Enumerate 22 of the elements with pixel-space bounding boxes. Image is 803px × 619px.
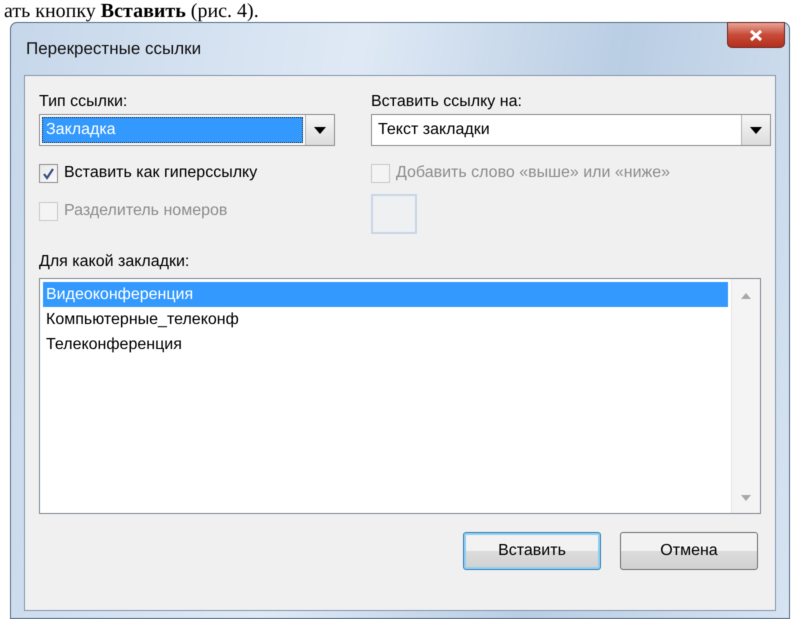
input-field[interactable] [371, 194, 417, 234]
scroll-down-icon[interactable] [741, 495, 751, 501]
checkbox-label: Разделитель номеров [64, 202, 228, 220]
close-icon [748, 28, 764, 42]
checkbox-label: Вставить как гиперссылку [64, 164, 258, 182]
list-item[interactable]: Компьютерные_телеконф [43, 307, 728, 332]
document-text: ать кнопку Вставить (рис. 4). [3, 0, 260, 22]
checkbox-label: Добавить слово «выше» или «ниже» [396, 164, 670, 182]
checkmark-icon [42, 166, 55, 180]
bookmark-list[interactable]: Видеоконференция Компьютерные_телеконф Телеконференция [39, 278, 761, 514]
close-button[interactable] [727, 22, 785, 48]
scrollbar[interactable] [731, 279, 760, 513]
checkbox[interactable] [39, 164, 58, 182]
list-item[interactable]: Телеконференция [43, 332, 728, 357]
field-label: Тип ссылки: [39, 92, 128, 112]
scroll-up-icon[interactable] [741, 293, 751, 299]
window-title: Перекрестные ссылки [25, 39, 202, 59]
field-label: Вставить ссылку на: [371, 92, 523, 112]
list-label: Для какой закладки: [39, 252, 190, 272]
dropdown[interactable]: Текст закладки [371, 114, 771, 146]
cancel-button[interactable]: Отмена [620, 532, 758, 570]
insert-button[interactable]: Вставить [463, 532, 601, 570]
